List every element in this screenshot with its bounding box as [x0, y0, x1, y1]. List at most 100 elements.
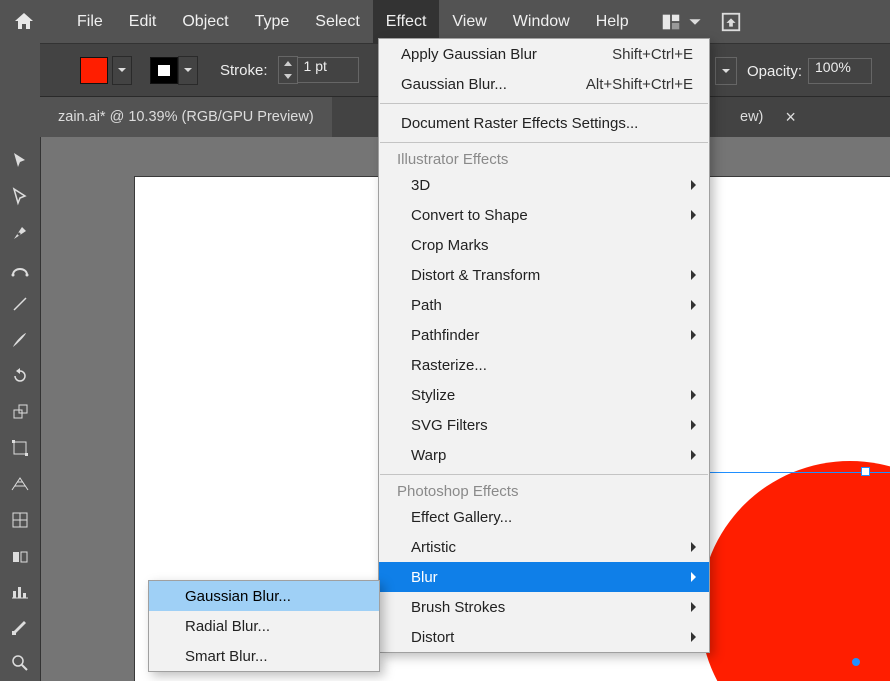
direct-selection-tool[interactable] [4, 181, 36, 213]
menu-separator [380, 142, 708, 143]
scale-tool[interactable] [4, 396, 36, 428]
menu-section-header: Photoshop Effects [379, 479, 709, 502]
selection-handle[interactable] [861, 467, 870, 476]
slice-tool[interactable] [4, 611, 36, 643]
tab-close-icon[interactable]: × [785, 107, 796, 128]
rotate-tool[interactable] [4, 360, 36, 392]
menu-item-label: SVG Filters [411, 417, 488, 434]
menu-item-label: Smart Blur... [185, 648, 268, 665]
workspace-chevron-icon[interactable] [686, 15, 702, 29]
menu-item-label: Artistic [411, 539, 456, 556]
submenu-arrow-icon [689, 449, 697, 461]
menu-item-pathfinder[interactable]: Pathfinder [379, 320, 709, 350]
submenu-item-radial-blur[interactable]: Radial Blur... [149, 611, 379, 641]
menu-item-label: Rasterize... [411, 357, 487, 374]
menu-item-brush-strokes[interactable]: Brush Strokes [379, 592, 709, 622]
menu-item-label: Convert to Shape [411, 207, 528, 224]
menu-item-distort[interactable]: Distort [379, 622, 709, 652]
stroke-weight-input[interactable]: 1 pt [298, 57, 359, 83]
fill-dropdown[interactable] [112, 56, 132, 85]
perspective-grid-tool[interactable] [4, 468, 36, 500]
menu-item-label: 3D [411, 177, 430, 194]
menu-item-3d[interactable]: 3D [379, 170, 709, 200]
menu-item-label: Effect Gallery... [411, 509, 512, 526]
zoom-tool[interactable] [4, 647, 36, 679]
menu-item-label: Crop Marks [411, 237, 489, 254]
menu-last-effect[interactable]: Gaussian Blur... Alt+Shift+Ctrl+E [379, 69, 709, 99]
submenu-arrow-icon [689, 601, 697, 613]
submenu-arrow-icon [689, 179, 697, 191]
menu-file[interactable]: File [64, 0, 116, 43]
free-transform-tool[interactable] [4, 432, 36, 464]
document-tab-label: zain.ai* @ 10.39% (RGB/GPU Preview) [58, 109, 314, 125]
menu-item-label: Blur [411, 569, 438, 586]
menu-item-stylize[interactable]: Stylize [379, 380, 709, 410]
menu-edit[interactable]: Edit [116, 0, 170, 43]
menu-item-distort-transform[interactable]: Distort & Transform [379, 260, 709, 290]
workspace-switcher-icon[interactable] [660, 11, 686, 33]
menubar: FileEditObjectTypeSelectEffectViewWindow… [0, 0, 890, 43]
menu-item-artistic[interactable]: Artistic [379, 532, 709, 562]
menu-item-label: Distort & Transform [411, 267, 540, 284]
menu-item-label: Pathfinder [411, 327, 479, 344]
stroke-swatch[interactable] [150, 57, 178, 84]
menu-apply-last-effect[interactable]: Apply Gaussian Blur Shift+Ctrl+E [379, 39, 709, 69]
menu-separator [380, 103, 708, 104]
menu-doc-raster-settings[interactable]: Document Raster Effects Settings... [379, 108, 709, 138]
menu-item-effect-gallery[interactable]: Effect Gallery... [379, 502, 709, 532]
menu-item-crop-marks[interactable]: Crop Marks [379, 230, 709, 260]
anchor-point[interactable] [852, 658, 860, 666]
menu-effect[interactable]: Effect [373, 0, 440, 43]
menu-item-convert-to-shape[interactable]: Convert to Shape [379, 200, 709, 230]
curvature-tool[interactable] [4, 253, 36, 285]
menu-shortcut: Alt+Shift+Ctrl+E [586, 76, 693, 93]
submenu-arrow-icon [689, 269, 697, 281]
menu-item-svg-filters[interactable]: SVG Filters [379, 410, 709, 440]
submenu-item-smart-blur[interactable]: Smart Blur... [149, 641, 379, 671]
effect-menu: Apply Gaussian Blur Shift+Ctrl+E Gaussia… [378, 38, 710, 653]
submenu-item-gaussian-blur[interactable]: Gaussian Blur... [149, 581, 379, 611]
fill-swatch[interactable] [80, 57, 108, 84]
submenu-arrow-icon [689, 299, 697, 311]
menu-item-blur[interactable]: Blur [379, 562, 709, 592]
menu-type[interactable]: Type [242, 0, 303, 43]
submenu-arrow-icon [689, 329, 697, 341]
menu-separator [380, 474, 708, 475]
menu-item-label: Warp [411, 447, 446, 464]
menu-item-path[interactable]: Path [379, 290, 709, 320]
menu-view[interactable]: View [439, 0, 499, 43]
mesh-tool[interactable] [4, 504, 36, 536]
pen-tool[interactable] [4, 217, 36, 249]
line-tool[interactable] [4, 288, 36, 320]
menu-item-label: Radial Blur... [185, 618, 270, 635]
menu-item-label: Brush Strokes [411, 599, 505, 616]
document-tab-2-fragment[interactable]: ew) [740, 109, 763, 125]
menu-help[interactable]: Help [583, 0, 642, 43]
search-docs-icon[interactable] [702, 11, 742, 33]
submenu-arrow-icon [689, 389, 697, 401]
home-icon[interactable] [12, 10, 64, 34]
document-tab[interactable]: zain.ai* @ 10.39% (RGB/GPU Preview) [40, 97, 332, 137]
selection-tool[interactable] [4, 145, 36, 177]
submenu-arrow-icon [689, 209, 697, 221]
brush-tool[interactable] [4, 324, 36, 356]
opacity-input[interactable]: 100% [808, 58, 872, 84]
menu-select[interactable]: Select [302, 0, 372, 43]
menu-item-label: Distort [411, 629, 454, 646]
column-graph-tool[interactable] [4, 575, 36, 607]
submenu-arrow-icon [689, 571, 697, 583]
eyedropper-tool[interactable] [4, 539, 36, 571]
submenu-arrow-icon [689, 419, 697, 431]
stroke-label: Stroke: [220, 62, 268, 79]
tool-panel [0, 137, 41, 681]
menu-item-label: Stylize [411, 387, 455, 404]
menu-object[interactable]: Object [169, 0, 241, 43]
menu-item-rasterize[interactable]: Rasterize... [379, 350, 709, 380]
blur-submenu: Gaussian Blur... Radial Blur... Smart Blur… [148, 580, 380, 672]
style-dropdown[interactable] [715, 57, 737, 85]
menu-window[interactable]: Window [500, 0, 583, 43]
menu-item-label: Gaussian Blur... [401, 76, 507, 93]
stroke-dropdown[interactable] [178, 56, 198, 85]
stroke-stepper[interactable] [278, 56, 298, 84]
menu-item-warp[interactable]: Warp [379, 440, 709, 470]
